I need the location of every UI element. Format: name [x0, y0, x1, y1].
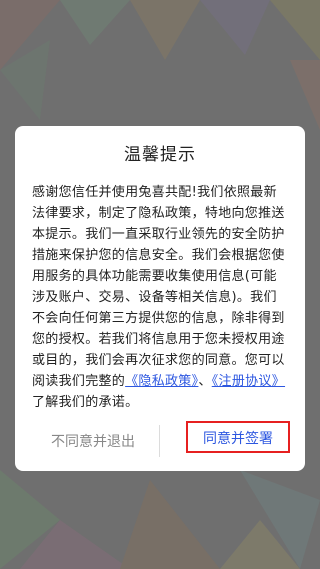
- link-separator: 、: [198, 374, 212, 389]
- dialog-title: 温馨提示: [124, 145, 196, 165]
- body-intro-text: 感谢您信任并使用兔喜共配!我们依照最新法律要求，制定了隐私政策，特地向您推送本提…: [32, 185, 285, 389]
- dialog-body: 感谢您信任并使用兔喜共配!我们依照最新法律要求，制定了隐私政策，特地向您推送本提…: [32, 182, 290, 413]
- decline-button[interactable]: 不同意并退出: [39, 427, 147, 457]
- body-outro-text: 了解我们的承诺。: [32, 395, 139, 410]
- privacy-policy-link[interactable]: 《隐私政策》: [125, 374, 198, 389]
- privacy-dialog: 温馨提示 感谢您信任并使用兔喜共配!我们依照最新法律要求，制定了隐私政策，特地向…: [15, 126, 305, 471]
- button-divider: [159, 425, 160, 457]
- register-agreement-link[interactable]: 《注册协议》: [212, 374, 285, 389]
- accept-button[interactable]: 同意并签署: [186, 421, 290, 453]
- dialog-actions: 不同意并退出 同意并签署: [15, 413, 305, 471]
